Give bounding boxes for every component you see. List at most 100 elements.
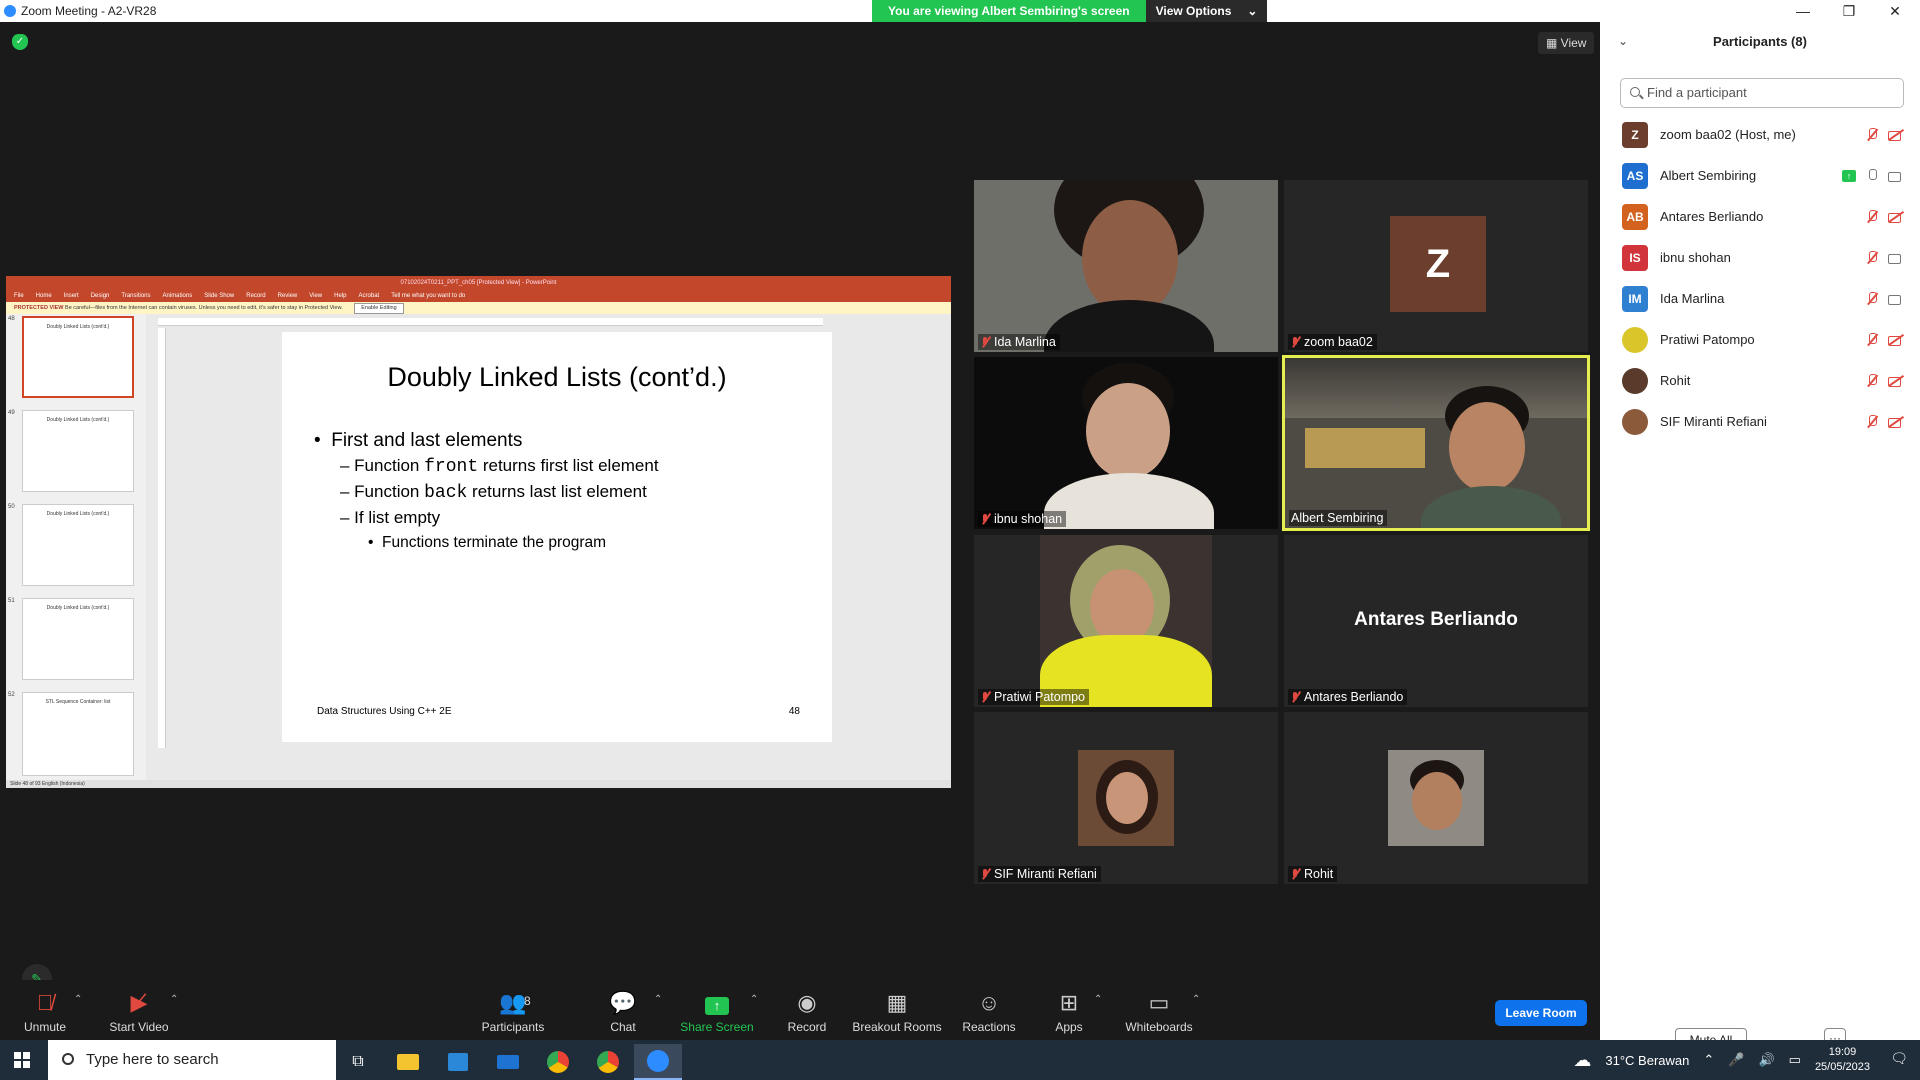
leave-room-button[interactable]: Leave Room [1495,1000,1587,1026]
chevron-up-icon[interactable]: ⌃ [1192,994,1200,1005]
slide-thumbnail: STL Sequence Container: list [22,692,134,776]
network-icon[interactable]: ▭ [1789,1052,1801,1068]
video-icon[interactable] [1888,170,1904,182]
participant-row[interactable]: IM Ida Marlina [1600,278,1920,319]
enable-editing-button: Enable Editing [354,303,404,314]
participant-row[interactable]: SIF Miranti Refiani [1600,401,1920,442]
avatar: IS [1622,244,1648,271]
tile-name-label: SIF Miranti Refiani [978,866,1101,882]
search-icon-wrap [1620,78,1650,108]
participant-status [1866,250,1904,265]
record-button[interactable]: ◉ Record [762,990,852,1034]
ppt-menu-item: Design [90,293,110,299]
participant-name: Albert Sembiring [1660,168,1757,183]
mic-icon[interactable] [1866,168,1878,183]
mic-muted-icon [980,868,990,880]
tile-name-label: zoom baa02 [1288,334,1377,350]
participant-row[interactable]: Z zoom baa02 (Host, me) [1600,114,1920,155]
chevron-up-icon[interactable]: ⌃ [170,994,178,1005]
slide-footer: Data Structures Using C++ 2E [317,706,452,717]
mic-muted-icon[interactable] [1866,332,1878,347]
video-off-icon[interactable] [1888,416,1904,428]
taskbar-search-input[interactable]: Type here to search [48,1040,336,1080]
weather-text[interactable]: 31°C Berawan [1605,1053,1689,1068]
video-tile-active-speaker[interactable]: Albert Sembiring [1282,355,1590,531]
chevron-up-icon[interactable]: ⌃ [654,994,662,1005]
participants-label: Participants [481,1020,545,1034]
clock[interactable]: 19:09 25/05/2023 [1815,1045,1870,1075]
breakout-rooms-button[interactable]: ▦ Breakout Rooms [852,990,942,1034]
microsoft-store-icon[interactable] [434,1044,482,1080]
participant-row[interactable]: AB Antares Berliando [1600,196,1920,237]
video-tile[interactable]: Pratiwi Patompo [974,535,1278,707]
whiteboards-label: Whiteboards [1125,1020,1193,1034]
close-button[interactable]: ✕ [1872,0,1918,22]
mic-muted-icon[interactable] [1866,127,1878,142]
mic-muted-icon[interactable] [1866,373,1878,388]
screen-share-icon: ↑ [1842,169,1856,182]
video-icon[interactable] [1888,252,1904,264]
reactions-button[interactable]: ☺ Reactions [944,990,1034,1034]
slide-page-number: 48 [788,706,800,717]
security-shield-icon[interactable]: ✓ [12,34,28,50]
tile-name: Albert Sembiring [1291,511,1384,525]
minimize-button[interactable]: — [1780,0,1826,22]
view-button[interactable]: ▦ View [1538,32,1595,54]
video-tile[interactable]: Rohit [1284,712,1588,884]
mic-muted-icon[interactable] [1866,209,1878,224]
video-off-icon[interactable] [1888,375,1904,387]
chrome-profile-icon[interactable] [584,1044,632,1080]
video-off-icon[interactable] [1888,211,1904,223]
mic-muted-icon[interactable] [1866,250,1878,265]
video-tile[interactable]: Antares Berliando Antares Berliando [1284,535,1588,707]
tile-name: Rohit [1304,867,1334,881]
chevron-up-icon[interactable]: ⌃ [1094,994,1102,1005]
share-screen-button[interactable]: ↑ Share Screen [672,990,762,1034]
participants-button[interactable]: 👥 8 Participants [468,990,558,1034]
video-off-icon[interactable] [1888,334,1904,346]
windows-start-icon[interactable] [14,1052,30,1068]
whiteboards-button[interactable]: ▭ Whiteboards [1114,990,1204,1034]
mic-muted-icon [1290,336,1300,348]
view-options-button[interactable]: View Options ⌄ [1145,0,1268,22]
mic-muted-icon [980,691,990,703]
participant-row[interactable]: AS Albert Sembiring ↑ [1600,155,1920,196]
chrome-icon[interactable] [534,1044,582,1080]
ppt-menu-item: Insert [63,293,79,299]
slide-title: Doubly Linked Lists (cont’d.) [387,362,727,392]
video-tile[interactable]: SIF Miranti Refiani [974,712,1278,884]
bullet-text: Functions terminate the program [382,534,607,551]
participant-search-input[interactable]: Find a participant [1620,78,1904,108]
record-icon: ◉ [797,990,817,1015]
task-view-icon[interactable]: ⧉ [334,1044,382,1080]
participant-row[interactable]: Pratiwi Patompo [1600,319,1920,360]
video-off-icon[interactable] [1888,129,1904,141]
chevron-up-icon[interactable]: ⌃ [1703,1052,1714,1068]
video-tile[interactable]: Z zoom baa02 [1284,180,1588,352]
shared-screen[interactable]: 07102024T0211_PPT_ch05 [Protected View] … [6,276,951,788]
participant-row[interactable]: IS ibnu shohan [1600,237,1920,278]
video-tile[interactable]: Ida Marlina [974,180,1278,352]
mic-muted-icon [980,336,990,348]
ppt-menu-item: Tell me what you want to do [391,293,466,299]
participant-row[interactable]: Rohit [1600,360,1920,401]
mic-muted-icon[interactable] [1866,291,1878,306]
file-explorer-icon[interactable] [384,1044,432,1080]
ppt-titlebar: 07102024T0211_PPT_ch05 [Protected View] … [6,276,951,290]
mail-icon[interactable] [484,1044,532,1080]
participants-icon: 👥 8 [499,990,531,1015]
video-icon[interactable] [1888,293,1904,305]
zoom-taskbar-icon[interactable] [634,1044,682,1080]
participant-name: Pratiwi Patompo [1660,332,1755,347]
restore-button[interactable]: ❐ [1826,0,1872,22]
video-tile[interactable]: ibnu shohan [974,357,1278,529]
share-screen-icon: ↑ [672,990,762,1016]
chevron-up-icon[interactable]: ⌃ [74,994,82,1005]
chevron-up-icon[interactable]: ⌃ [750,994,758,1005]
protected-message: Be careful—files from the Internet can c… [65,305,343,311]
view-options-label: View Options [1155,4,1232,18]
mic-muted-icon[interactable] [1866,414,1878,429]
volume-icon[interactable]: 🔊 [1758,1052,1774,1068]
notification-icon[interactable]: 🗨 [1890,1050,1908,1067]
bullet-text: First and last elements [331,430,523,451]
